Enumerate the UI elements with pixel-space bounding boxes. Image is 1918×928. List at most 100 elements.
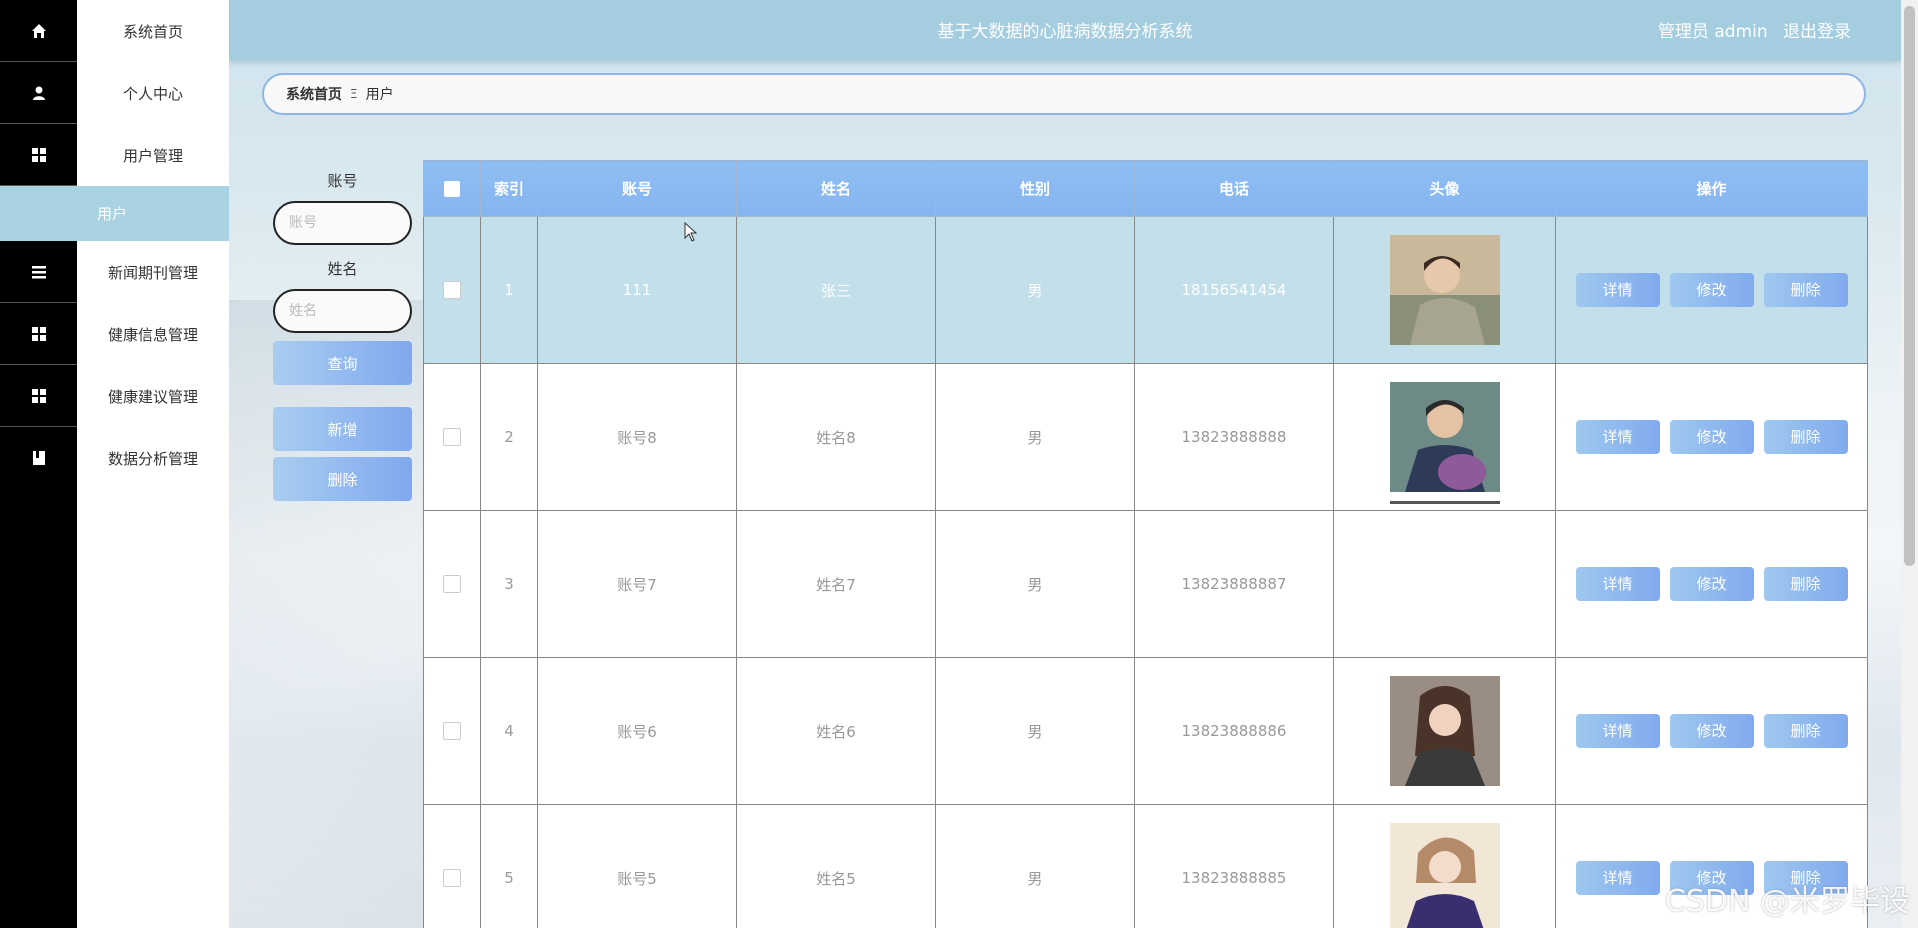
row-checkbox[interactable] bbox=[443, 722, 461, 741]
sidebar-item-health-info[interactable]: 健康信息管理 bbox=[0, 303, 229, 365]
page-scrollbar[interactable] bbox=[1901, 0, 1918, 928]
col-header-actions: 操作 bbox=[1555, 160, 1868, 217]
sidebar-item-label: 用户管理 bbox=[122, 146, 183, 165]
sidebar-item-user-management[interactable]: 用户管理 bbox=[0, 124, 229, 186]
sidebar-subitem-user[interactable]: 用户 bbox=[0, 186, 229, 241]
detail-button[interactable]: 详情 bbox=[1575, 714, 1660, 748]
edit-button[interactable]: 修改 bbox=[1669, 420, 1754, 454]
cell-gender: 男 bbox=[935, 510, 1135, 658]
breadcrumb-current: 用户 bbox=[365, 87, 394, 103]
cell-name: 姓名6 bbox=[736, 657, 936, 805]
cell-index: 2 bbox=[480, 363, 538, 511]
cell-gender: 男 bbox=[935, 804, 1135, 928]
table-row[interactable]: 4 账号6 姓名6 男 13823888886 详情 修改 删除 bbox=[423, 657, 1868, 805]
row-checkbox[interactable] bbox=[443, 575, 461, 594]
query-button[interactable]: 查询 bbox=[273, 341, 412, 385]
breadcrumb: 系统首页 Ξ 用户 bbox=[262, 73, 1866, 115]
table-header-row: 索引 账号 姓名 性别 电话 头像 操作 bbox=[423, 160, 1868, 217]
cell-account: 账号8 bbox=[537, 363, 737, 511]
delete-button[interactable]: 删除 bbox=[1763, 567, 1848, 601]
grid-icon bbox=[31, 147, 46, 162]
delete-button[interactable]: 删除 bbox=[1763, 273, 1848, 307]
row-checkbox[interactable] bbox=[443, 869, 461, 888]
cell-phone: 13823888885 bbox=[1134, 804, 1334, 928]
edit-button[interactable]: 修改 bbox=[1669, 273, 1754, 307]
account-search-input[interactable] bbox=[273, 201, 412, 245]
cell-name: 姓名7 bbox=[736, 510, 936, 658]
sidebar-item-personal[interactable]: 个人中心 bbox=[0, 62, 229, 124]
sidebar-item-label: 新闻期刊管理 bbox=[107, 263, 198, 282]
sidebar-item-label: 数据分析管理 bbox=[107, 449, 198, 468]
batch-delete-button[interactable]: 删除 bbox=[273, 457, 412, 501]
sidebar-item-health-advice[interactable]: 健康建议管理 bbox=[0, 365, 229, 427]
add-button[interactable]: 新增 bbox=[273, 407, 412, 451]
avatar bbox=[1389, 823, 1500, 928]
user-table: 索引 账号 姓名 性别 电话 头像 操作 1 111 张三 男 18156541… bbox=[423, 160, 1868, 928]
main-area: 基于大数据的心脏病数据分析系统 管理员 admin 退出登录 系统首页 Ξ 用户… bbox=[229, 0, 1901, 928]
delete-button[interactable]: 删除 bbox=[1763, 714, 1848, 748]
grid-icon bbox=[31, 326, 46, 341]
cell-gender: 男 bbox=[935, 363, 1135, 511]
home-icon bbox=[31, 23, 46, 38]
table-row[interactable]: 3 账号7 姓名7 男 13823888887 详情 修改 删除 bbox=[423, 501, 1868, 658]
user-area: 管理员 admin 退出登录 bbox=[1648, 17, 1851, 42]
edit-button[interactable]: 修改 bbox=[1669, 567, 1754, 601]
cell-phone: 13823888888 bbox=[1134, 363, 1334, 511]
grid-icon bbox=[31, 388, 46, 403]
scrollbar-thumb[interactable] bbox=[1904, 6, 1915, 566]
name-label: 姓名 bbox=[327, 260, 358, 278]
book-icon bbox=[32, 450, 45, 465]
table-row[interactable]: 5 账号5 姓名5 男 13823888885 详情 修改 删除 bbox=[423, 804, 1868, 928]
detail-button[interactable]: 详情 bbox=[1575, 567, 1660, 601]
select-all-header bbox=[423, 160, 481, 217]
cell-account: 111 bbox=[537, 216, 737, 364]
col-header-account: 账号 bbox=[537, 160, 737, 217]
edit-button[interactable]: 修改 bbox=[1669, 714, 1754, 748]
breadcrumb-home[interactable]: 系统首页 bbox=[286, 84, 342, 104]
watermark: CSDN @米罗毕设 bbox=[1664, 884, 1910, 919]
avatar bbox=[1389, 382, 1500, 492]
cell-gender: 男 bbox=[935, 216, 1135, 364]
account-label: 账号 bbox=[327, 172, 358, 190]
cell-name: 姓名5 bbox=[736, 804, 936, 928]
sidebar-item-home[interactable]: 系统首页 bbox=[0, 0, 229, 62]
mouse-cursor-icon bbox=[684, 222, 698, 242]
breadcrumb-separator: Ξ bbox=[350, 87, 358, 101]
select-all-checkbox[interactable] bbox=[444, 181, 460, 197]
cell-gender: 男 bbox=[935, 657, 1135, 805]
search-panel: 账号 姓名 查询 新增 删除 bbox=[273, 170, 412, 501]
table-row[interactable]: 2 账号8 姓名8 男 13823888888 详情 修改 删除 bbox=[423, 363, 1868, 511]
delete-button[interactable]: 删除 bbox=[1763, 420, 1848, 454]
person-icon bbox=[32, 86, 45, 100]
cell-account: 账号5 bbox=[537, 804, 737, 928]
col-header-gender: 性别 bbox=[935, 160, 1135, 217]
cell-phone: 13823888886 bbox=[1134, 657, 1334, 805]
col-header-phone: 电话 bbox=[1134, 160, 1334, 217]
cell-index: 3 bbox=[480, 510, 538, 658]
cell-index: 4 bbox=[480, 657, 538, 805]
detail-button[interactable]: 详情 bbox=[1575, 273, 1660, 307]
row-checkbox[interactable] bbox=[443, 281, 461, 300]
cell-index: 5 bbox=[480, 804, 538, 928]
logout-link[interactable]: 退出登录 bbox=[1783, 22, 1851, 42]
list-icon bbox=[31, 265, 46, 278]
sidebar-item-label: 健康建议管理 bbox=[107, 387, 198, 406]
sidebar-item-label: 个人中心 bbox=[122, 84, 183, 103]
table-row[interactable]: 1 111 张三 男 18156541454 详情 修改 删除 bbox=[423, 216, 1868, 364]
avatar bbox=[1389, 676, 1500, 786]
detail-button[interactable]: 详情 bbox=[1575, 861, 1660, 895]
col-header-avatar: 头像 bbox=[1333, 160, 1556, 217]
sidebar-item-data-analysis[interactable]: 数据分析管理 bbox=[0, 427, 229, 489]
sidebar-subitem-label: 用户 bbox=[97, 205, 128, 223]
cell-account: 账号7 bbox=[537, 510, 737, 658]
sidebar-item-news[interactable]: 新闻期刊管理 bbox=[0, 241, 229, 303]
detail-button[interactable]: 详情 bbox=[1575, 420, 1660, 454]
cell-index: 1 bbox=[480, 216, 538, 364]
cell-name: 张三 bbox=[736, 216, 936, 364]
row-checkbox[interactable] bbox=[443, 428, 461, 447]
col-header-index: 索引 bbox=[480, 160, 538, 217]
avatar bbox=[1389, 501, 1500, 504]
name-search-input[interactable] bbox=[273, 289, 412, 333]
avatar bbox=[1389, 235, 1500, 345]
top-header: 基于大数据的心脏病数据分析系统 管理员 admin 退出登录 bbox=[229, 0, 1901, 60]
